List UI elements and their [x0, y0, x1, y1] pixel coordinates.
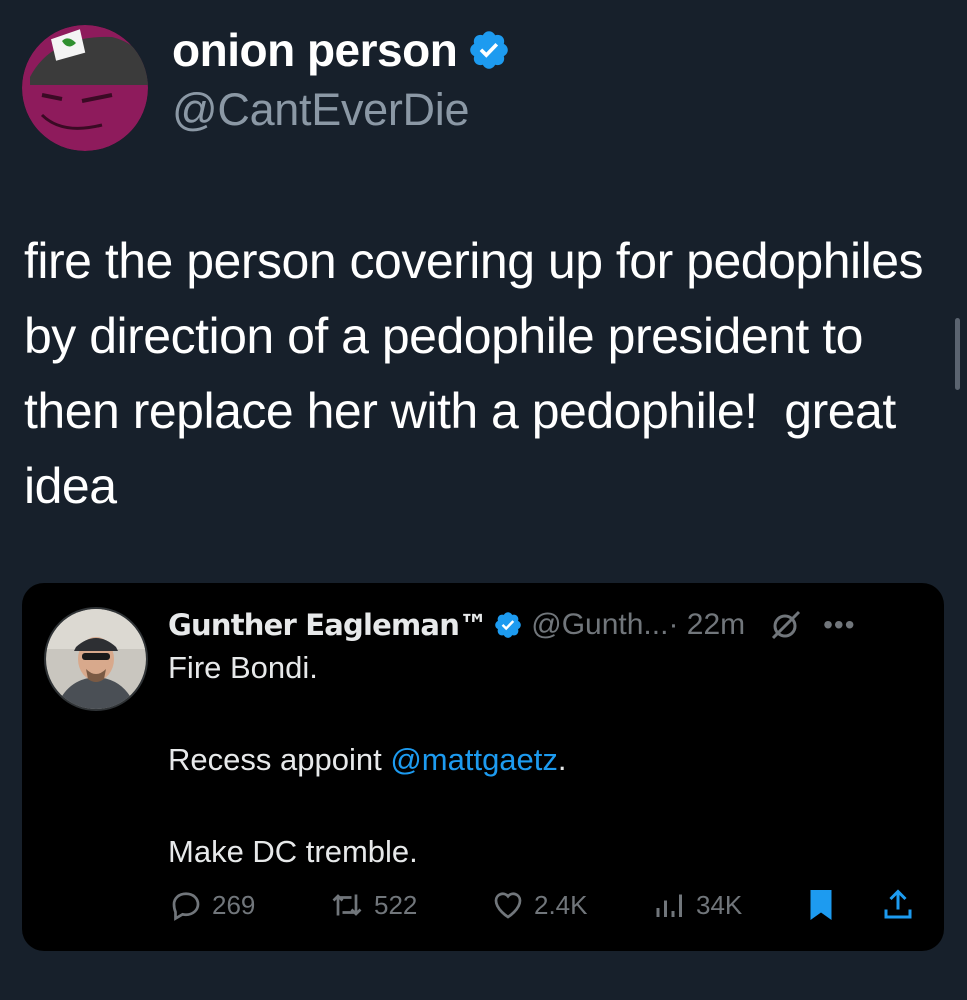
quote-text-line: Make DC tremble.: [168, 834, 418, 869]
quote-text-suffix: .: [557, 742, 567, 777]
like-icon: [494, 892, 522, 919]
quote-author-avatar[interactable]: [44, 607, 148, 711]
like-count: 2.4K: [534, 889, 588, 920]
retweet-count: 522: [374, 889, 418, 920]
author-info: onion person @CantEverDie: [172, 22, 511, 136]
quote-text-line: Recess appoint @mattgaetz.: [168, 737, 908, 783]
bookmark-button[interactable]: [806, 887, 836, 923]
verified-badge-icon: [495, 612, 522, 638]
author-display-name[interactable]: onion person: [172, 23, 458, 77]
view-count: 34K: [696, 889, 743, 920]
quote-handle[interactable]: @Gunth...: [531, 608, 668, 642]
share-icon: [884, 889, 912, 919]
quote-text-prefix: Recess appoint: [168, 742, 391, 777]
quote-header: Gunther Eagleman™ @Gunth... · 22m •••: [168, 603, 924, 647]
tweet: onion person @CantEverDie fire the perso…: [0, 0, 967, 1000]
verified-badge-icon: [470, 31, 509, 69]
reply-count: 269: [212, 889, 256, 920]
quoted-tweet[interactable]: Gunther Eagleman™ @Gunth... · 22m ••• Fi…: [22, 583, 944, 951]
quote-display-name[interactable]: Gunther Eagleman™: [168, 608, 488, 642]
reply-icon: [172, 892, 200, 921]
grok-icon[interactable]: [769, 608, 803, 642]
scrollbar[interactable]: [955, 318, 960, 390]
action-bar: 269 522 2.4K 34K: [168, 887, 928, 931]
retweet-button[interactable]: 522: [328, 887, 417, 923]
views-icon: [656, 894, 682, 917]
author-handle[interactable]: @CantEverDie: [172, 84, 511, 136]
quote-timestamp[interactable]: · 22m: [668, 608, 745, 642]
share-button[interactable]: [880, 887, 916, 923]
mention-link[interactable]: @mattgaetz: [390, 742, 558, 777]
quote-text-line: Fire Bondi.: [168, 650, 318, 685]
more-icon[interactable]: •••: [823, 609, 855, 641]
tweet-text: fire the person covering up for pedophil…: [24, 233, 937, 514]
quote-text: Fire Bondi. Recess appoint @mattgaetz. M…: [168, 645, 908, 875]
retweet-icon: [332, 894, 362, 916]
like-button[interactable]: 2.4K: [490, 887, 588, 923]
bookmark-icon: [810, 890, 832, 920]
author-avatar[interactable]: [22, 25, 148, 151]
reply-button[interactable]: 269: [168, 887, 255, 923]
views-button[interactable]: 34K: [652, 887, 742, 923]
